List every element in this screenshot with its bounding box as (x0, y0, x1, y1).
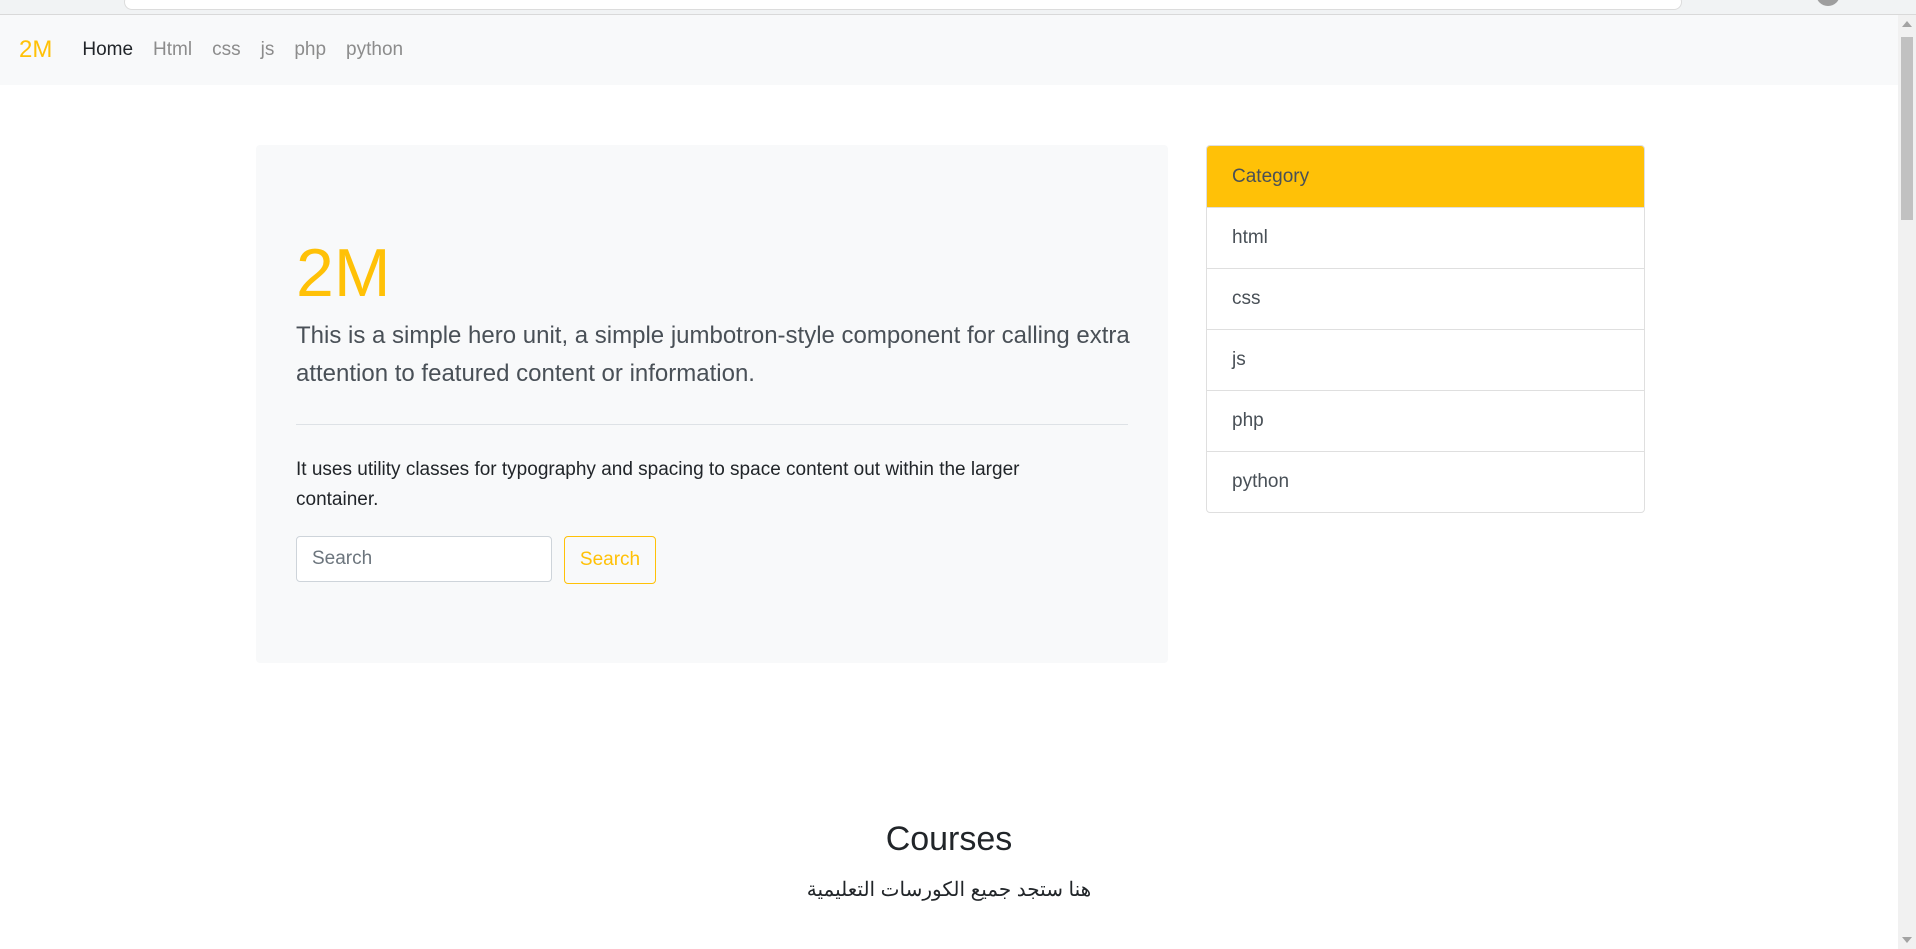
profile-avatar-icon[interactable] (1816, 0, 1840, 6)
nav-link-js[interactable]: js (261, 39, 275, 61)
nav-link-home[interactable]: Home (82, 39, 133, 61)
category-item-html[interactable]: html (1207, 208, 1644, 269)
category-item-php[interactable]: php (1207, 391, 1644, 452)
hero-divider (296, 424, 1128, 425)
navbar: 2M Home Html css js php python (0, 15, 1898, 85)
nav-link-css[interactable]: css (212, 39, 241, 61)
nav-link-python[interactable]: python (346, 39, 403, 61)
hero-body-text: It uses utility classes for typography a… (296, 459, 1020, 510)
scroll-down-arrow-icon[interactable] (1902, 937, 1912, 943)
search-input[interactable] (296, 536, 552, 582)
category-item-css[interactable]: css (1207, 269, 1644, 330)
courses-title: Courses (885, 820, 1013, 858)
category-item-js[interactable]: js (1207, 330, 1644, 391)
scrollbar-thumb[interactable] (1901, 37, 1913, 220)
nav-link-html[interactable]: Html (153, 39, 192, 61)
scroll-up-arrow-icon[interactable] (1902, 21, 1912, 27)
navbar-brand[interactable]: 2M (19, 36, 52, 64)
search-button[interactable]: Search (564, 536, 656, 584)
hero-lead-text: This is a simple hero unit, a simple jum… (296, 322, 1130, 387)
address-bar[interactable] (124, 0, 1682, 10)
hero-title: 2M (296, 235, 391, 311)
courses-subtitle: هنا ستجد جميع الكورسات التعليمية (806, 879, 1092, 901)
category-card: Category html css js php python (1206, 145, 1645, 513)
category-item-python[interactable]: python (1207, 452, 1644, 512)
category-header: Category (1207, 146, 1644, 208)
browser-toolbar (0, 0, 1916, 15)
hero-jumbotron: 2M This is a simple hero unit, a simple … (256, 145, 1168, 663)
nav-link-php[interactable]: php (294, 39, 326, 61)
page-scrollbar[interactable] (1898, 15, 1916, 949)
